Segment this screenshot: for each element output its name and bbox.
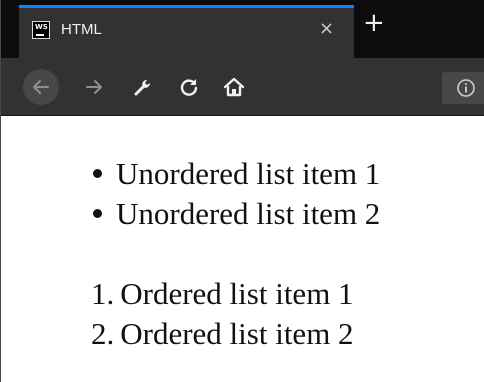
wrench-icon[interactable]: [130, 75, 154, 99]
arrow-left-icon: [33, 80, 49, 94]
forward-button[interactable]: [82, 75, 106, 99]
ordered-list: 1. Ordered list item 1 2. Ordered list ite…: [91, 274, 354, 354]
back-button[interactable]: [23, 69, 59, 105]
list-item-number: 2.: [91, 316, 115, 351]
bullet-icon: [93, 209, 102, 219]
browser-window: WS HTML × + Unordered list item 1 Unorde…: [0, 0, 484, 382]
bullet-icon: [93, 169, 102, 179]
list-item-text: Ordered list item 2: [120, 316, 354, 351]
list-item-text: Ordered list item 1: [120, 276, 354, 311]
tab-close-button[interactable]: ×: [319, 17, 334, 41]
tab-title: HTML: [61, 21, 102, 38]
list-item-number: 1.: [91, 276, 115, 311]
navigation-toolbar: [1, 58, 484, 116]
tab-html[interactable]: WS HTML ×: [19, 5, 354, 58]
reload-icon[interactable]: [177, 75, 201, 99]
list-item-text: Unordered list item 1: [116, 156, 381, 191]
list-item: 1. Ordered list item 1: [91, 274, 354, 314]
tab-strip: WS HTML × +: [1, 0, 484, 58]
url-bar[interactable]: [442, 72, 484, 104]
list-item: 2. Ordered list item 2: [91, 314, 354, 354]
favicon-text: WS: [35, 23, 48, 31]
page-content: Unordered list item 1 Unordered list ite…: [1, 116, 484, 382]
webstorm-favicon-icon: WS: [32, 21, 50, 39]
list-item-text: Unordered list item 2: [116, 196, 381, 231]
home-icon[interactable]: [222, 75, 246, 99]
info-icon[interactable]: [454, 76, 478, 100]
list-item: Unordered list item 1: [93, 154, 380, 194]
new-tab-button[interactable]: +: [363, 10, 385, 36]
list-item: Unordered list item 2: [93, 194, 380, 234]
unordered-list: Unordered list item 1 Unordered list ite…: [93, 154, 380, 234]
